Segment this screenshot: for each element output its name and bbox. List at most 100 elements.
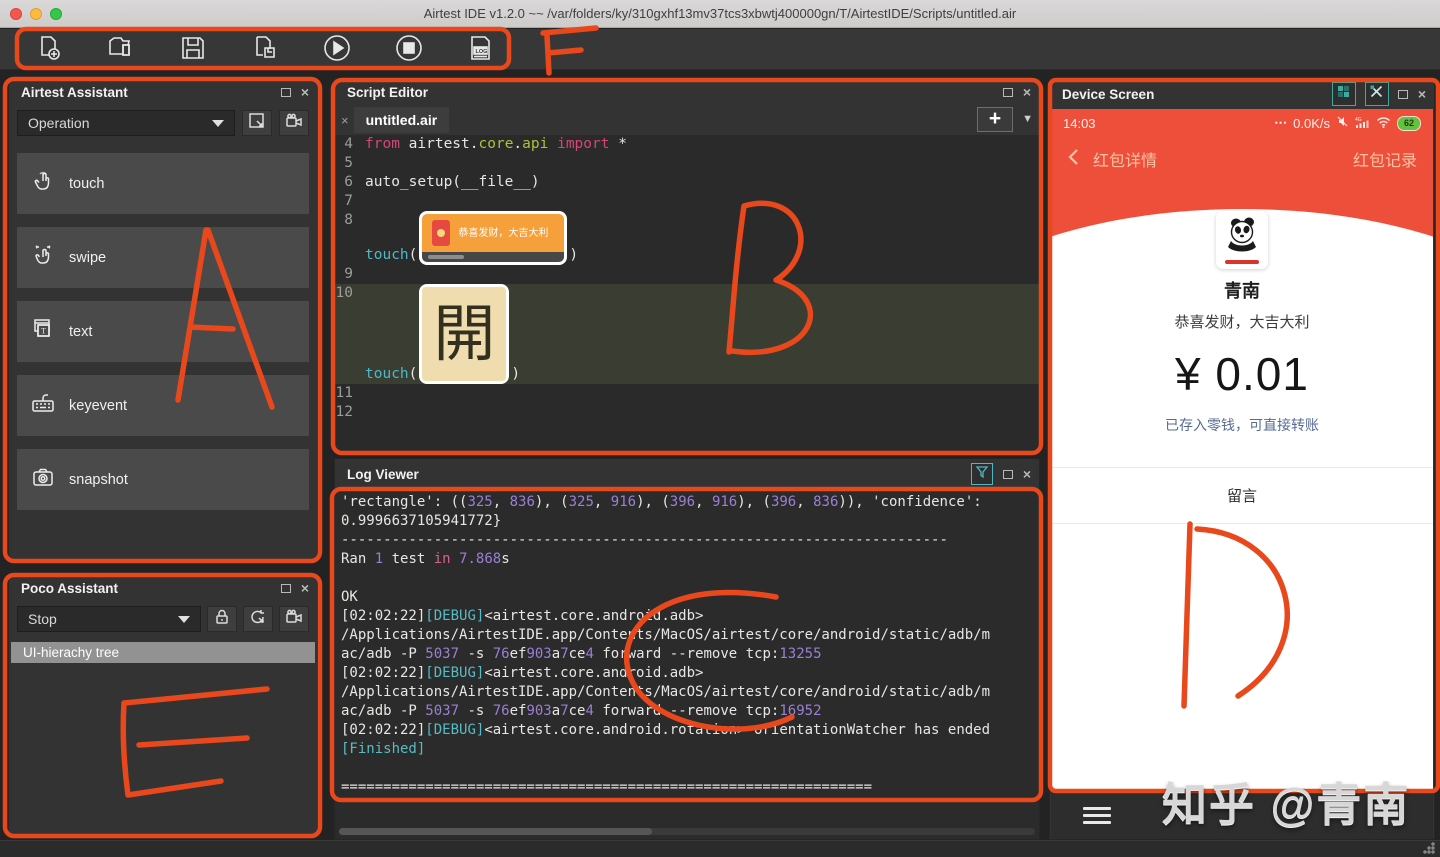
log-line: ========================================… [341, 779, 873, 795]
code-line-7[interactable]: 7 [335, 192, 1039, 211]
tab-overflow-chevron-icon[interactable]: ▼ [1022, 113, 1033, 125]
resize-grip[interactable] [1423, 842, 1435, 854]
code-line-6[interactable]: 6 auto_setup(__file__) [335, 173, 1039, 192]
log-line: /Applications/AirtestIDE.app/Contents/Ma… [341, 627, 991, 643]
phone-navbar: 红包详情 红包记录 [1051, 147, 1433, 171]
device-screen-title: Device Screen [1062, 86, 1155, 102]
assistant-item-swipe[interactable]: swipe [17, 227, 309, 288]
assistant-item-keyevent[interactable]: keyevent [17, 375, 309, 436]
code-line-5[interactable]: 5 [335, 154, 1039, 173]
operation-mode-dropdown[interactable]: Operation [17, 110, 235, 136]
inspect-refresh-button[interactable] [243, 606, 273, 632]
avatar-caption [1225, 260, 1259, 264]
red-envelope-icon [432, 220, 451, 246]
touch-icon [31, 169, 55, 198]
assistant-item-text[interactable]: T text [17, 301, 309, 362]
back-chevron-icon[interactable] [1067, 148, 1079, 171]
log-button[interactable]: LOG [460, 32, 502, 66]
layout-icon [1336, 84, 1351, 104]
close-panel-icon[interactable]: × [301, 581, 309, 595]
code-line-4[interactable]: 4 from airtest.core.api import * [335, 135, 1039, 154]
panda-avatar-icon [1222, 215, 1262, 258]
sender-avatar[interactable] [1216, 211, 1268, 269]
float-panel-icon[interactable] [280, 583, 291, 593]
amount-note-link[interactable]: 已存入零钱，可直接转账 [1051, 415, 1433, 435]
traffic-lights[interactable] [10, 8, 62, 20]
redpacket-history-link[interactable]: 红包记录 [1353, 147, 1417, 171]
new-script-button[interactable] [28, 32, 70, 66]
window-title: Airtest IDE v1.2.0 ~~ /var/folders/ky/31… [423, 6, 1017, 21]
kai-image-text: 開 [433, 297, 496, 370]
code-line-8[interactable]: 8 touch(恭喜发财，大吉大利) [335, 211, 1039, 265]
close-tab-icon[interactable]: × [335, 113, 354, 128]
minimize-window-button[interactable] [30, 8, 42, 20]
kai-template-image[interactable]: 開 [419, 284, 510, 384]
code-editor[interactable]: 4 from airtest.core.api import * 5 6 auto_s… [335, 135, 1039, 453]
poco-assistant-panel: Poco Assistant × Stop UI-hierachy tree [8, 574, 318, 837]
redpacket-template-image[interactable]: 恭喜发财，大吉大利 [419, 211, 568, 265]
log-line: [02:02:22][DEBUG]<airtest.core.android.r… [341, 722, 991, 738]
log-icon: LOG [466, 33, 496, 66]
layout-button[interactable] [1331, 82, 1356, 106]
add-tab-button[interactable]: + [977, 107, 1013, 132]
close-panel-icon[interactable]: × [1418, 87, 1426, 101]
close-window-button[interactable] [10, 8, 22, 20]
log-line: 0.9996637105941772} [341, 513, 502, 529]
record-button[interactable] [279, 110, 309, 136]
lock-button[interactable] [207, 606, 237, 632]
maximize-window-button[interactable] [50, 8, 62, 20]
menu-icon[interactable] [1083, 806, 1111, 824]
tab-untitled-air[interactable]: untitled.air [353, 107, 450, 133]
close-panel-icon[interactable]: × [301, 85, 309, 99]
watermark: 知乎 @青南 [1162, 779, 1411, 830]
window-footer [0, 840, 1440, 857]
code-line-12[interactable]: 12 [335, 403, 1039, 422]
device-tools-button[interactable] [1364, 82, 1389, 106]
run-button[interactable] [316, 32, 358, 66]
log-line: 'rectangle': ((325, 836), (325, 916), (3… [341, 494, 982, 510]
snip-button[interactable] [242, 110, 272, 136]
wifi-icon [1376, 116, 1391, 131]
float-panel-icon[interactable] [280, 87, 291, 97]
script-editor-header: Script Editor × [335, 79, 1039, 105]
poco-record-button[interactable] [279, 606, 309, 632]
log-horizontal-scrollbar[interactable] [339, 828, 1035, 835]
device-screen-panel: Device Screen × 14:03 ⋯ 0.0K/s 4G 62 红包详… [1049, 78, 1435, 840]
close-panel-icon[interactable]: × [1023, 85, 1031, 99]
ui-hierarchy-tree-header[interactable]: UI-hierachy tree [11, 642, 315, 663]
float-panel-icon[interactable] [1397, 89, 1408, 99]
redpacket-image-text: 恭喜发财，大吉大利 [458, 227, 549, 239]
chevron-down-icon [178, 615, 190, 623]
assistant-item-touch[interactable]: touch [17, 153, 309, 214]
sender-name: 青南 [1224, 281, 1260, 301]
svg-text:LOG: LOG [476, 49, 488, 55]
float-panel-icon[interactable] [1002, 469, 1013, 479]
log-line: [02:02:22][DEBUG]<airtest.core.android.a… [341, 608, 704, 624]
code-line-9[interactable]: 9 [335, 265, 1039, 284]
assistant-item-label: text [69, 323, 93, 340]
code-line-11[interactable]: 11 [335, 384, 1039, 403]
open-script-icon [106, 33, 136, 66]
mute-icon [1336, 115, 1349, 131]
editor-tabbar: × untitled.air + ▼ [335, 105, 1039, 135]
log-output[interactable]: 'rectangle': ((325, 836), (325, 916), (3… [335, 489, 1039, 839]
airtest-assistant-title: Airtest Assistant [21, 84, 128, 100]
stop-button[interactable] [388, 32, 430, 66]
poco-mode-dropdown[interactable]: Stop [17, 606, 201, 632]
poco-assistant-title: Poco Assistant [21, 580, 119, 596]
titlebar: Airtest IDE v1.2.0 ~~ /var/folders/ky/31… [0, 0, 1440, 28]
svg-text:T: T [41, 327, 46, 336]
save-as-button[interactable] [244, 32, 286, 66]
open-script-button[interactable] [100, 32, 142, 66]
airtest-ide-window: Airtest IDE v1.2.0 ~~ /var/folders/ky/31… [0, 0, 1440, 857]
log-filter-button[interactable] [970, 463, 993, 485]
log-line: ac/adb -P 5037 -s 76ef903a7ce4 forward -… [341, 703, 822, 719]
assistant-item-snapshot[interactable]: snapshot [17, 449, 309, 510]
divider [1051, 467, 1433, 468]
device-phone-screen[interactable]: 14:03 ⋯ 0.0K/s 4G 62 红包详情 红包记录 青南 恭喜发财，大… [1051, 109, 1433, 793]
code-line-10[interactable]: 10 touch(開) [335, 284, 1039, 384]
close-panel-icon[interactable]: × [1023, 467, 1031, 481]
save-button[interactable] [172, 32, 214, 66]
float-panel-icon[interactable] [1002, 87, 1013, 97]
